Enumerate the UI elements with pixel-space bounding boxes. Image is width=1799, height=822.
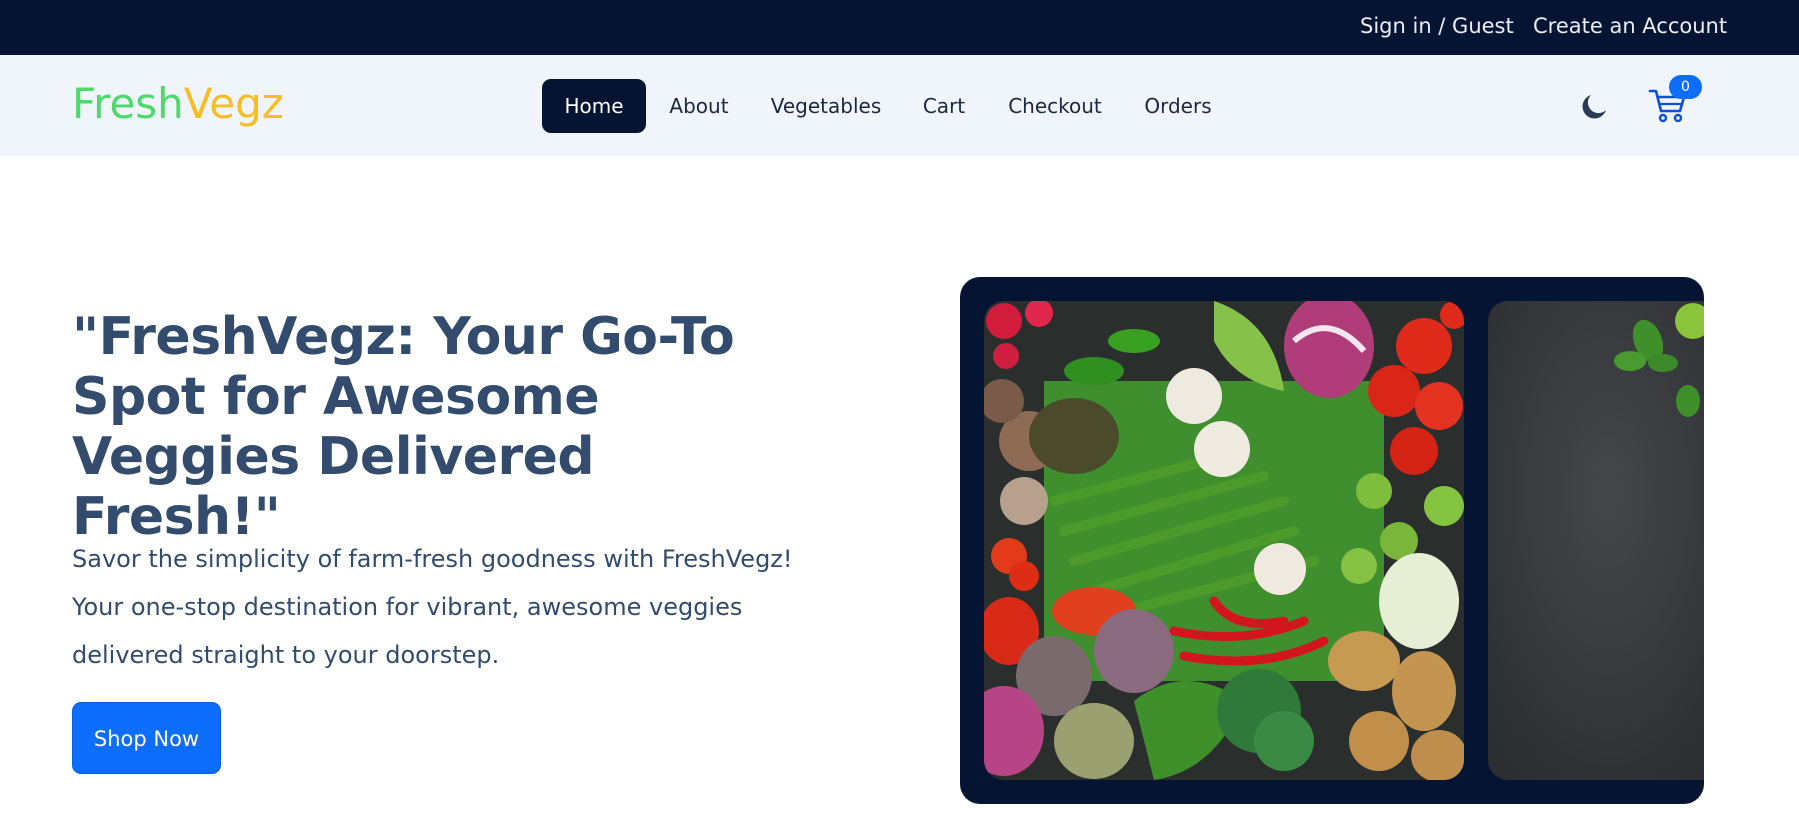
nav-checkout[interactable]: Checkout [1002,79,1108,133]
nav-vegetables[interactable]: Vegetables [764,79,888,133]
moon-icon[interactable] [1579,92,1609,122]
sign-in-link[interactable]: Sign in / Guest [1360,14,1514,38]
nav-cart[interactable]: Cart [912,79,976,133]
main-navbar: FreshVegz Home About Vegetables Cart Che… [0,55,1799,156]
brand-logo-part2: Vegz [183,79,284,128]
hero-description: Savor the simplicity of farm-fresh goodn… [72,545,793,669]
shop-now-button[interactable]: Shop Now [72,702,221,774]
create-account-link[interactable]: Create an Account [1533,14,1727,38]
nav-home[interactable]: Home [542,79,646,133]
vegetables-image [984,301,1464,780]
hero-carousel[interactable] [960,277,1704,804]
top-bar: Sign in / Guest Create an Account [0,0,1799,55]
slate-herbs-image [1488,301,1704,780]
brand-logo[interactable]: FreshVegz [72,83,284,125]
cart-count-badge: 0 [1669,75,1702,99]
nav-orders[interactable]: Orders [1136,79,1220,133]
brand-logo-part1: Fresh [72,79,184,128]
hero-title: "FreshVegz: Your Go-To Spot for Awesome … [72,307,735,547]
nav-about[interactable]: About [658,79,740,133]
